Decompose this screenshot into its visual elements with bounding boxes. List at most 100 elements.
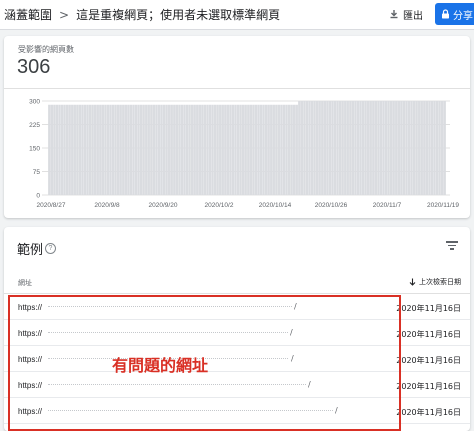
chart-bar[interactable]: [356, 101, 360, 195]
chart-bar[interactable]: [438, 101, 441, 195]
column-header-url[interactable]: 網址: [18, 278, 32, 288]
chart-bar[interactable]: [124, 104, 127, 195]
chart-bar[interactable]: [397, 101, 400, 195]
chart-bar[interactable]: [293, 104, 296, 195]
chart-bar[interactable]: [134, 104, 138, 195]
chart-bar[interactable]: [420, 101, 423, 195]
chart-bar[interactable]: [321, 101, 324, 195]
chart-bar[interactable]: [336, 101, 339, 195]
chart-bar[interactable]: [63, 104, 66, 195]
chart-bar[interactable]: [423, 101, 426, 195]
chart-bar[interactable]: [201, 104, 204, 195]
chart-bar[interactable]: [277, 104, 281, 195]
chart-bar[interactable]: [254, 104, 258, 195]
chart-bar[interactable]: [221, 104, 224, 195]
chart-bar[interactable]: [91, 104, 94, 195]
chart-bar[interactable]: [433, 101, 436, 195]
chart-bar[interactable]: [185, 104, 189, 195]
chart-bar[interactable]: [142, 104, 145, 195]
chart-bar[interactable]: [354, 101, 357, 195]
chart-bar[interactable]: [372, 101, 375, 195]
chart-bar[interactable]: [178, 104, 181, 195]
chart-bar[interactable]: [407, 101, 411, 195]
chart-bar[interactable]: [338, 101, 342, 195]
chart-bar[interactable]: [300, 101, 304, 195]
table-row[interactable]: https:// / 2020年11月16日: [4, 398, 470, 424]
chart-bar[interactable]: [400, 101, 403, 195]
chart-bar[interactable]: [94, 104, 97, 195]
chart-bar[interactable]: [114, 104, 117, 195]
chart-bar[interactable]: [155, 104, 158, 195]
chart-bar[interactable]: [99, 104, 102, 195]
chart-bar[interactable]: [282, 104, 286, 195]
chart-bar[interactable]: [290, 104, 293, 195]
chart-bar[interactable]: [285, 104, 288, 195]
chart-bar[interactable]: [252, 104, 255, 195]
chart-bar[interactable]: [239, 104, 242, 195]
chart-bar[interactable]: [86, 104, 89, 195]
chart-bar[interactable]: [405, 101, 408, 195]
chart-bar[interactable]: [313, 101, 316, 195]
chart-bar[interactable]: [226, 104, 230, 195]
chart-bar[interactable]: [341, 101, 344, 195]
chart-bar[interactable]: [236, 104, 240, 195]
chart-bar[interactable]: [101, 104, 105, 195]
chart-bar[interactable]: [219, 104, 222, 195]
chart-bar[interactable]: [122, 104, 125, 195]
chart-bar[interactable]: [344, 101, 347, 195]
chart-bar[interactable]: [145, 104, 148, 195]
help-icon[interactable]: ?: [45, 243, 56, 254]
chart-bar[interactable]: [387, 101, 390, 195]
chart-bar[interactable]: [323, 101, 326, 195]
chart-bar[interactable]: [351, 101, 355, 195]
chart-bar[interactable]: [116, 104, 120, 195]
chart-bar[interactable]: [262, 104, 265, 195]
chart-bar[interactable]: [137, 104, 140, 195]
chart-bar[interactable]: [295, 104, 298, 195]
chart-bar[interactable]: [81, 104, 84, 195]
chart-bar[interactable]: [208, 104, 212, 195]
chart-bar[interactable]: [132, 104, 135, 195]
chart-bar[interactable]: [374, 101, 378, 195]
table-row[interactable]: https:// / 2020年11月16日: [4, 294, 470, 320]
chart-bar[interactable]: [53, 104, 56, 195]
chart-bar[interactable]: [60, 104, 64, 195]
chart-bar[interactable]: [129, 104, 133, 195]
chart-bar[interactable]: [280, 104, 283, 195]
chart-bar[interactable]: [170, 104, 173, 195]
chart-bar[interactable]: [270, 104, 273, 195]
chart-bar[interactable]: [389, 101, 393, 195]
chart-bar[interactable]: [106, 104, 110, 195]
chart-bar[interactable]: [152, 104, 156, 195]
chart-bar[interactable]: [328, 101, 332, 195]
share-button[interactable]: 分享: [435, 3, 474, 25]
chart-bar[interactable]: [415, 101, 418, 195]
chart-bar[interactable]: [435, 101, 439, 195]
chart-bar[interactable]: [127, 104, 130, 195]
chart-bar[interactable]: [287, 104, 291, 195]
chart-bar[interactable]: [150, 104, 153, 195]
chart-bar[interactable]: [213, 104, 217, 195]
chart-bar[interactable]: [68, 104, 71, 195]
chart-bar[interactable]: [430, 101, 434, 195]
filter-icon[interactable]: [446, 241, 458, 251]
chart-bar[interactable]: [384, 101, 388, 195]
table-row[interactable]: https:// / 2020年11月16日: [4, 320, 470, 346]
chart-bar[interactable]: [119, 104, 122, 195]
chart-bar[interactable]: [310, 101, 314, 195]
chart-bar[interactable]: [234, 104, 237, 195]
chart-bar[interactable]: [259, 104, 263, 195]
chart-bar[interactable]: [241, 104, 245, 195]
table-row[interactable]: https:// / 2020年11月16日: [4, 346, 470, 372]
chart-bar[interactable]: [346, 101, 349, 195]
chart-bar[interactable]: [349, 101, 352, 195]
chart-bar[interactable]: [333, 101, 337, 195]
table-row[interactable]: https:// / 2020年11月16日: [4, 372, 470, 398]
chart-bar[interactable]: [267, 104, 270, 195]
chart-bar[interactable]: [71, 104, 74, 195]
chart-bar[interactable]: [359, 101, 362, 195]
chart-bar[interactable]: [361, 101, 365, 195]
chart-bar[interactable]: [139, 104, 143, 195]
chart-bar[interactable]: [58, 104, 61, 195]
chart-bar[interactable]: [180, 104, 184, 195]
